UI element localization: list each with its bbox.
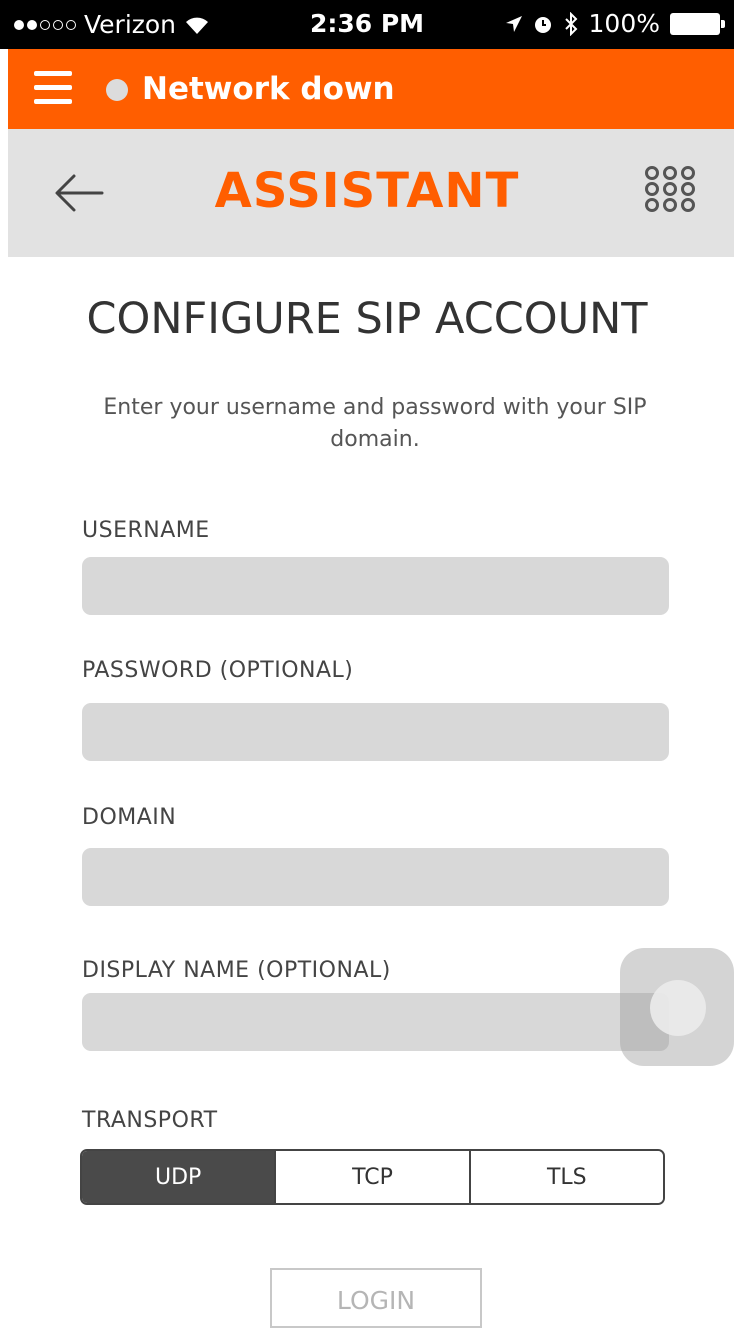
login-button[interactable]: LOGIN [270,1268,482,1328]
username-input[interactable] [82,557,669,615]
page-title: CONFIGURE SIP ACCOUNT [86,294,648,344]
network-status-indicator-icon [106,79,128,101]
battery-icon [670,12,725,35]
alarm-icon [534,16,551,33]
domain-input[interactable] [82,848,669,906]
password-input[interactable] [82,703,669,761]
transport-selector: UDP TCP TLS [80,1149,665,1205]
transport-option-udp[interactable]: UDP [82,1151,275,1203]
username-label: USERNAME [82,518,210,543]
status-bar: Verizon 2:36 PM 100% [0,0,734,49]
transport-option-tcp[interactable]: TCP [274,1151,469,1203]
transport-label: TRANSPORT [82,1108,218,1133]
location-arrow-icon [505,15,522,32]
assistive-touch-button[interactable] [620,948,734,1066]
network-status-text: Network down [142,71,395,107]
battery-percentage: 100% [588,9,660,38]
domain-label: DOMAIN [82,805,177,830]
status-bar-right: 100% [505,9,725,38]
transport-option-tls[interactable]: TLS [468,1151,663,1203]
display-name-label: DISPLAY NAME (OPTIONAL) [82,958,391,983]
display-name-input[interactable] [82,993,669,1051]
instructions-text: Enter your username and password with yo… [103,395,647,452]
bluetooth-icon [564,11,577,36]
assistive-touch-icon [650,980,706,1036]
network-status-bar: Network down [8,49,734,129]
assistant-title: ASSISTANT [214,163,520,219]
menu-icon[interactable] [34,69,72,107]
password-label: PASSWORD (OPTIONAL) [82,658,354,683]
